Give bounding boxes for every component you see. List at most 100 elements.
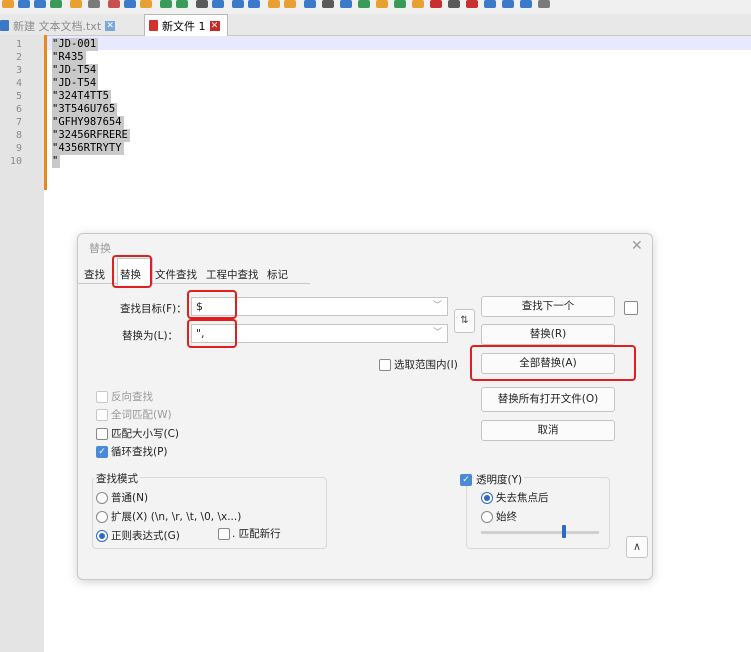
find-next-button[interactable]: 查找下一个 xyxy=(481,296,615,317)
highlight-find-input xyxy=(187,290,237,319)
whole-word-checkbox[interactable] xyxy=(96,409,108,421)
replace-dialog: 替换 ✕ 查找 替换 文件查找 工程中查找 标记 查找目标(F)： $ ﹀ 替换… xyxy=(77,233,653,580)
tab-label: 新建 文本文档.txt xyxy=(13,19,102,33)
code-line[interactable]: "JD-T54 xyxy=(52,77,99,90)
change-history-bar xyxy=(44,35,47,190)
code-line[interactable]: "32456RFRERE xyxy=(52,129,130,142)
swap-icon[interactable]: ⇅ xyxy=(454,309,475,333)
code-line[interactable]: "4356RTRYTY xyxy=(52,142,124,155)
zoom-out-icon[interactable] xyxy=(248,0,260,8)
close-icon[interactable]: ✕ xyxy=(631,238,643,254)
tab-bar: 新建 文本文档.txt ✕ 新文件 1 ✕ xyxy=(0,14,751,36)
code-line[interactable]: "3T546U765 xyxy=(52,103,118,116)
copy-icon[interactable] xyxy=(124,0,136,8)
cancel-button[interactable]: 取消 xyxy=(481,420,615,441)
replace-icon[interactable] xyxy=(212,0,224,8)
line-number: 6 xyxy=(15,104,22,115)
paste-icon[interactable] xyxy=(140,0,152,8)
chevron-down-icon[interactable]: ﹀ xyxy=(433,325,442,342)
cut-icon[interactable] xyxy=(108,0,120,8)
extended-label: 扩展(X) (\n, \r, \t, \0, \x...) xyxy=(111,511,242,523)
indent-guide-icon[interactable] xyxy=(340,0,352,8)
record-macro-icon[interactable] xyxy=(448,0,460,8)
monitor-icon[interactable] xyxy=(430,0,442,8)
stop-macro-icon[interactable] xyxy=(466,0,478,8)
document-icon xyxy=(149,20,158,31)
normal-label: 普通(N) xyxy=(111,492,149,504)
highlight-replace-all-button xyxy=(470,345,636,381)
dot-newline-checkbox[interactable] xyxy=(218,528,230,540)
print-icon[interactable] xyxy=(88,0,100,8)
code-line[interactable]: "GFHY987654 xyxy=(52,116,124,129)
sync-vertical-icon[interactable] xyxy=(268,0,280,8)
line-number: 5 xyxy=(15,91,22,102)
code-line[interactable]: "324T4TT5 xyxy=(52,90,111,103)
lang-icon[interactable] xyxy=(358,0,370,8)
transparency-checkbox[interactable]: ✓ xyxy=(460,474,472,486)
regex-radio[interactable] xyxy=(96,530,108,542)
zoom-in-icon[interactable] xyxy=(232,0,244,8)
extra-icon[interactable] xyxy=(538,0,550,8)
collapse-chevron-up-icon[interactable]: ∧ xyxy=(626,536,648,558)
tab-find-in-files[interactable]: 文件查找 xyxy=(155,267,197,282)
match-case-checkbox[interactable] xyxy=(96,428,108,440)
find-label: 查找目标(F)： xyxy=(120,303,187,315)
current-line-highlight xyxy=(47,36,751,50)
code-line[interactable]: "JD-001 xyxy=(52,38,99,51)
wrap-around-label: 循环查找(P) xyxy=(111,446,168,458)
chevron-down-icon[interactable]: ﹀ xyxy=(433,298,442,315)
tab-label: 新文件 1 xyxy=(162,19,206,33)
word-wrap-icon[interactable] xyxy=(304,0,316,8)
extended-radio[interactable] xyxy=(96,511,108,523)
highlight-replace-tab xyxy=(112,255,152,288)
replace-all-open-files-button[interactable]: 替换所有打开文件(O) xyxy=(481,387,615,412)
function-list-icon[interactable] xyxy=(394,0,406,8)
find-icon[interactable] xyxy=(196,0,208,8)
tab-mark[interactable]: 标记 xyxy=(267,267,288,282)
open-file-icon[interactable] xyxy=(18,0,30,8)
on-lose-focus-label: 失去焦点后 xyxy=(496,492,549,504)
run-macro-icon[interactable] xyxy=(502,0,514,8)
code-line[interactable]: "R435 xyxy=(52,51,86,64)
on-lose-focus-radio[interactable] xyxy=(481,492,493,504)
save-icon[interactable] xyxy=(34,0,46,8)
close-tab-icon[interactable]: ✕ xyxy=(209,20,220,31)
always-radio[interactable] xyxy=(481,511,493,523)
replace-button[interactable]: 替换(R) xyxy=(481,324,615,345)
tab-find[interactable]: 查找 xyxy=(84,267,105,282)
dialog-title: 替换 xyxy=(89,242,111,255)
code-line[interactable]: "JD-T54 xyxy=(52,64,99,77)
line-number: 8 xyxy=(15,130,22,141)
regex-label: 正则表达式(G) xyxy=(111,530,180,542)
show-all-chars-icon[interactable] xyxy=(322,0,334,8)
code-line[interactable]: " xyxy=(52,155,61,168)
tab-new-file-1[interactable]: 新文件 1 ✕ xyxy=(144,14,228,36)
backward-checkbox[interactable] xyxy=(96,391,108,403)
line-number: 2 xyxy=(15,52,22,63)
play-macro-icon[interactable] xyxy=(484,0,496,8)
in-selection-checkbox[interactable] xyxy=(379,359,391,371)
wrap-around-checkbox[interactable]: ✓ xyxy=(96,446,108,458)
close-icon[interactable] xyxy=(70,0,82,8)
document-icon xyxy=(0,20,9,31)
toolbar xyxy=(0,0,751,14)
save-macro-icon[interactable] xyxy=(520,0,532,8)
undo-icon[interactable] xyxy=(160,0,172,8)
normal-radio[interactable] xyxy=(96,492,108,504)
match-case-label: 匹配大小写(C) xyxy=(111,428,180,440)
find-next-option-checkbox[interactable] xyxy=(624,301,638,315)
redo-icon[interactable] xyxy=(176,0,188,8)
close-tab-icon[interactable]: ✕ xyxy=(105,20,116,31)
tab-find-in-project[interactable]: 工程中查找 xyxy=(206,267,259,282)
tab-new-text-document[interactable]: 新建 文本文档.txt ✕ xyxy=(0,16,144,35)
highlight-replace-input xyxy=(187,319,237,348)
backward-label: 反向查找 xyxy=(111,391,153,403)
doc-map-icon[interactable] xyxy=(376,0,388,8)
dot-newline-label: . 匹配新行 xyxy=(232,528,281,540)
sync-horizontal-icon[interactable] xyxy=(284,0,296,8)
save-all-icon[interactable] xyxy=(50,0,62,8)
transparency-slider-track[interactable] xyxy=(481,531,599,534)
new-file-icon[interactable] xyxy=(2,0,14,8)
transparency-slider-thumb[interactable] xyxy=(561,525,566,538)
folder-workspace-icon[interactable] xyxy=(412,0,424,8)
